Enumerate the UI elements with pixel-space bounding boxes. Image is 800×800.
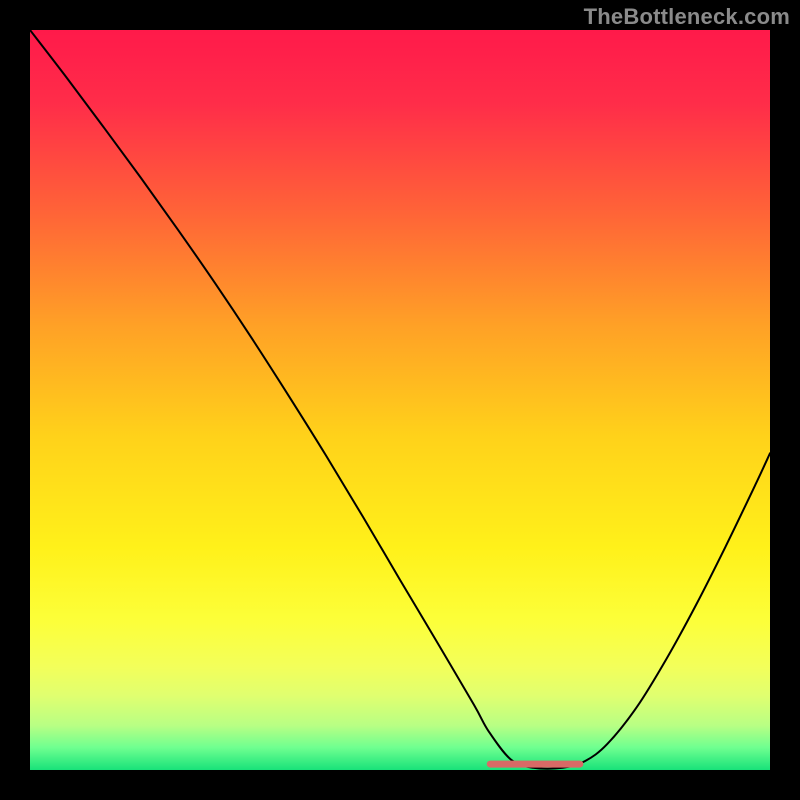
plot-area xyxy=(30,30,770,770)
watermark-text: TheBottleneck.com xyxy=(584,4,790,30)
background-gradient xyxy=(30,30,770,770)
chart-frame: TheBottleneck.com xyxy=(0,0,800,800)
